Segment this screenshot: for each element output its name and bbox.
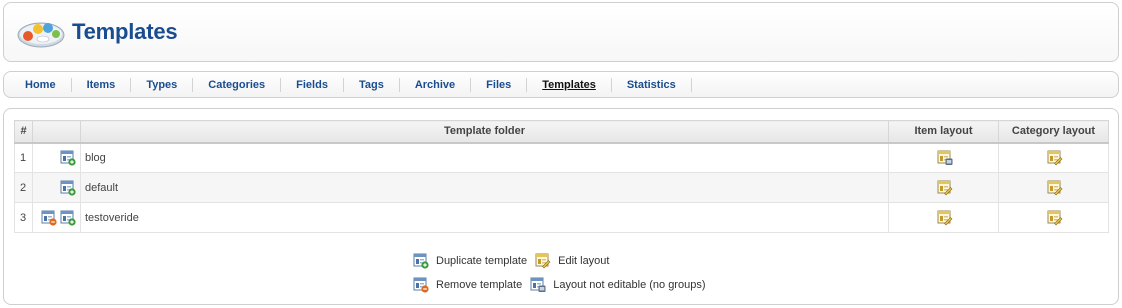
row-number: 2 (14, 172, 33, 203)
templates-table: # Template folder Item layout Category l… (14, 120, 1109, 233)
duplicate-template-icon[interactable] (60, 210, 76, 226)
row-actions (32, 202, 81, 233)
item-layout-cell (888, 142, 999, 173)
legend-label: Remove template (436, 279, 523, 291)
legend-label: Duplicate template (436, 255, 528, 267)
duplicate-template-icon (413, 253, 429, 269)
legend-label: Edit layout (558, 255, 610, 267)
template-folder-name: default (80, 172, 889, 203)
column-header-actions (32, 120, 81, 144)
menu-item-files[interactable]: Files (471, 77, 528, 92)
legend-label: Layout not editable (no groups) (553, 279, 706, 291)
edit-layout-icon[interactable] (1047, 150, 1063, 166)
row-actions (32, 172, 81, 203)
header-panel: Templates (3, 2, 1119, 62)
layout-not-editable-icon (937, 150, 953, 165)
edit-layout-icon[interactable] (1047, 210, 1063, 226)
menu-item-types[interactable]: Types (131, 77, 194, 92)
legend-row: Duplicate template Edit layout (413, 249, 714, 273)
column-header-num: # (14, 120, 33, 144)
table-row: 3 testoveride (14, 202, 1109, 233)
template-folder-name: testoveride (80, 202, 889, 233)
category-layout-cell (998, 202, 1109, 233)
legend-not-editable: Layout not editable (no groups) (530, 277, 706, 293)
duplicate-template-icon[interactable] (60, 180, 76, 196)
row-actions (32, 142, 81, 173)
menu-item-statistics[interactable]: Statistics (612, 77, 692, 92)
content-panel: # Template folder Item layout Category l… (3, 108, 1119, 305)
row-number: 3 (14, 202, 33, 233)
icon-legend: Duplicate template Edit layout Remove te… (413, 249, 714, 297)
menu-item-fields[interactable]: Fields (281, 77, 344, 92)
table-row: 1 blog (14, 142, 1109, 173)
main-menu: Home Items Types Categories Fields Tags … (3, 71, 1119, 98)
remove-template-icon (413, 277, 429, 293)
item-layout-cell (888, 172, 999, 203)
edit-layout-icon (535, 253, 551, 269)
column-header-item-layout: Item layout (888, 120, 999, 144)
page-title: Templates (72, 19, 178, 44)
legend-edit: Edit layout (535, 253, 609, 269)
duplicate-template-icon[interactable] (60, 150, 76, 166)
menu-item-templates[interactable]: Templates (527, 77, 612, 92)
table-header-row: # Template folder Item layout Category l… (14, 120, 1109, 144)
table-row: 2 default (14, 172, 1109, 203)
column-header-template-folder: Template folder (80, 120, 889, 144)
edit-layout-icon[interactable] (937, 180, 953, 196)
templates-logo-icon (17, 22, 65, 48)
menu-item-home[interactable]: Home (10, 77, 72, 92)
menu-item-archive[interactable]: Archive (400, 77, 472, 92)
legend-duplicate: Duplicate template (413, 253, 527, 269)
edit-layout-icon[interactable] (1047, 180, 1063, 196)
legend-remove: Remove template (413, 277, 522, 293)
legend-row: Remove template Layout not editable (no … (413, 273, 714, 297)
remove-template-icon[interactable] (41, 210, 57, 226)
layout-not-editable-icon (530, 277, 546, 292)
item-layout-cell (888, 202, 999, 233)
template-folder-name: blog (80, 142, 889, 173)
category-layout-cell (998, 142, 1109, 173)
row-number: 1 (14, 142, 33, 173)
menu-item-categories[interactable]: Categories (193, 77, 282, 92)
menu-item-items[interactable]: Items (72, 77, 132, 92)
edit-layout-icon[interactable] (937, 210, 953, 226)
menu-item-tags[interactable]: Tags (344, 77, 400, 92)
column-header-category-layout: Category layout (998, 120, 1109, 144)
category-layout-cell (998, 172, 1109, 203)
